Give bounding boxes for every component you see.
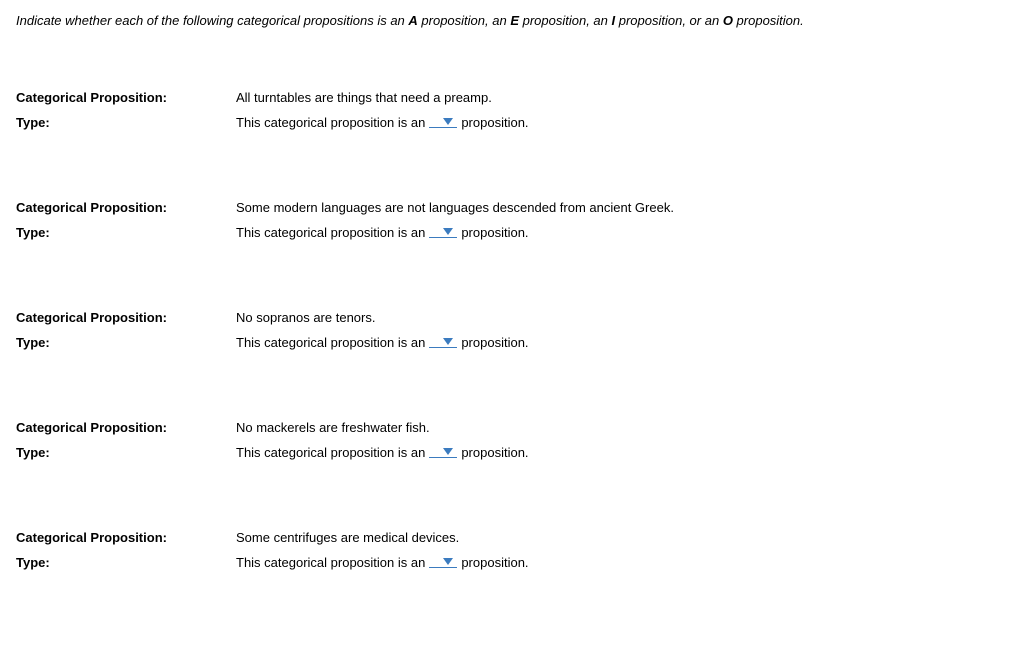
- question-block: Categorical Proposition: Some centrifuge…: [16, 530, 1008, 570]
- proposition-label: Categorical Proposition:: [16, 200, 236, 215]
- chevron-down-icon: [443, 558, 453, 566]
- instr-suffix: proposition.: [733, 13, 804, 28]
- proposition-label: Categorical Proposition:: [16, 420, 236, 435]
- instructions-text: Indicate whether each of the following c…: [16, 12, 1008, 30]
- answer-prefix: This categorical proposition is an: [236, 555, 425, 570]
- type-dropdown[interactable]: [429, 448, 457, 458]
- type-dropdown[interactable]: [429, 228, 457, 238]
- instr-mid2: proposition, an: [519, 13, 612, 28]
- question-block: Categorical Proposition: Some modern lan…: [16, 200, 1008, 240]
- instr-a: A: [408, 13, 417, 28]
- answer-suffix: proposition.: [461, 555, 528, 570]
- proposition-row: Categorical Proposition: Some modern lan…: [16, 200, 1008, 215]
- answer-line: This categorical proposition is an propo…: [236, 335, 1008, 350]
- proposition-text: No mackerels are freshwater fish.: [236, 420, 1008, 435]
- proposition-row: Categorical Proposition: No sopranos are…: [16, 310, 1008, 325]
- proposition-row: Categorical Proposition: All turntables …: [16, 90, 1008, 105]
- type-label: Type:: [16, 555, 236, 570]
- proposition-text: Some centrifuges are medical devices.: [236, 530, 1008, 545]
- proposition-label: Categorical Proposition:: [16, 530, 236, 545]
- answer-line: This categorical proposition is an propo…: [236, 225, 1008, 240]
- proposition-row: Categorical Proposition: Some centrifuge…: [16, 530, 1008, 545]
- instr-o: O: [723, 13, 733, 28]
- type-row: Type: This categorical proposition is an…: [16, 445, 1008, 460]
- type-row: Type: This categorical proposition is an…: [16, 225, 1008, 240]
- type-dropdown[interactable]: [429, 338, 457, 348]
- proposition-row: Categorical Proposition: No mackerels ar…: [16, 420, 1008, 435]
- type-dropdown[interactable]: [429, 558, 457, 568]
- question-block: Categorical Proposition: No sopranos are…: [16, 310, 1008, 350]
- answer-prefix: This categorical proposition is an: [236, 115, 425, 130]
- type-label: Type:: [16, 335, 236, 350]
- type-row: Type: This categorical proposition is an…: [16, 555, 1008, 570]
- answer-prefix: This categorical proposition is an: [236, 225, 425, 240]
- question-block: Categorical Proposition: No mackerels ar…: [16, 420, 1008, 460]
- answer-line: This categorical proposition is an propo…: [236, 115, 1008, 130]
- question-block: Categorical Proposition: All turntables …: [16, 90, 1008, 130]
- chevron-down-icon: [443, 228, 453, 236]
- answer-line: This categorical proposition is an propo…: [236, 555, 1008, 570]
- chevron-down-icon: [443, 338, 453, 346]
- type-label: Type:: [16, 445, 236, 460]
- proposition-text: All turntables are things that need a pr…: [236, 90, 1008, 105]
- answer-prefix: This categorical proposition is an: [236, 335, 425, 350]
- answer-prefix: This categorical proposition is an: [236, 445, 425, 460]
- proposition-text: No sopranos are tenors.: [236, 310, 1008, 325]
- proposition-label: Categorical Proposition:: [16, 90, 236, 105]
- instr-e: E: [510, 13, 519, 28]
- type-row: Type: This categorical proposition is an…: [16, 335, 1008, 350]
- type-dropdown[interactable]: [429, 118, 457, 128]
- instr-mid3: proposition, or an: [615, 13, 723, 28]
- type-label: Type:: [16, 115, 236, 130]
- answer-suffix: proposition.: [461, 335, 528, 350]
- instr-mid1: proposition, an: [418, 13, 511, 28]
- type-label: Type:: [16, 225, 236, 240]
- proposition-label: Categorical Proposition:: [16, 310, 236, 325]
- answer-line: This categorical proposition is an propo…: [236, 445, 1008, 460]
- proposition-text: Some modern languages are not languages …: [236, 200, 1008, 215]
- chevron-down-icon: [443, 448, 453, 456]
- chevron-down-icon: [443, 118, 453, 126]
- answer-suffix: proposition.: [461, 225, 528, 240]
- type-row: Type: This categorical proposition is an…: [16, 115, 1008, 130]
- instr-prefix: Indicate whether each of the following c…: [16, 13, 408, 28]
- answer-suffix: proposition.: [461, 445, 528, 460]
- answer-suffix: proposition.: [461, 115, 528, 130]
